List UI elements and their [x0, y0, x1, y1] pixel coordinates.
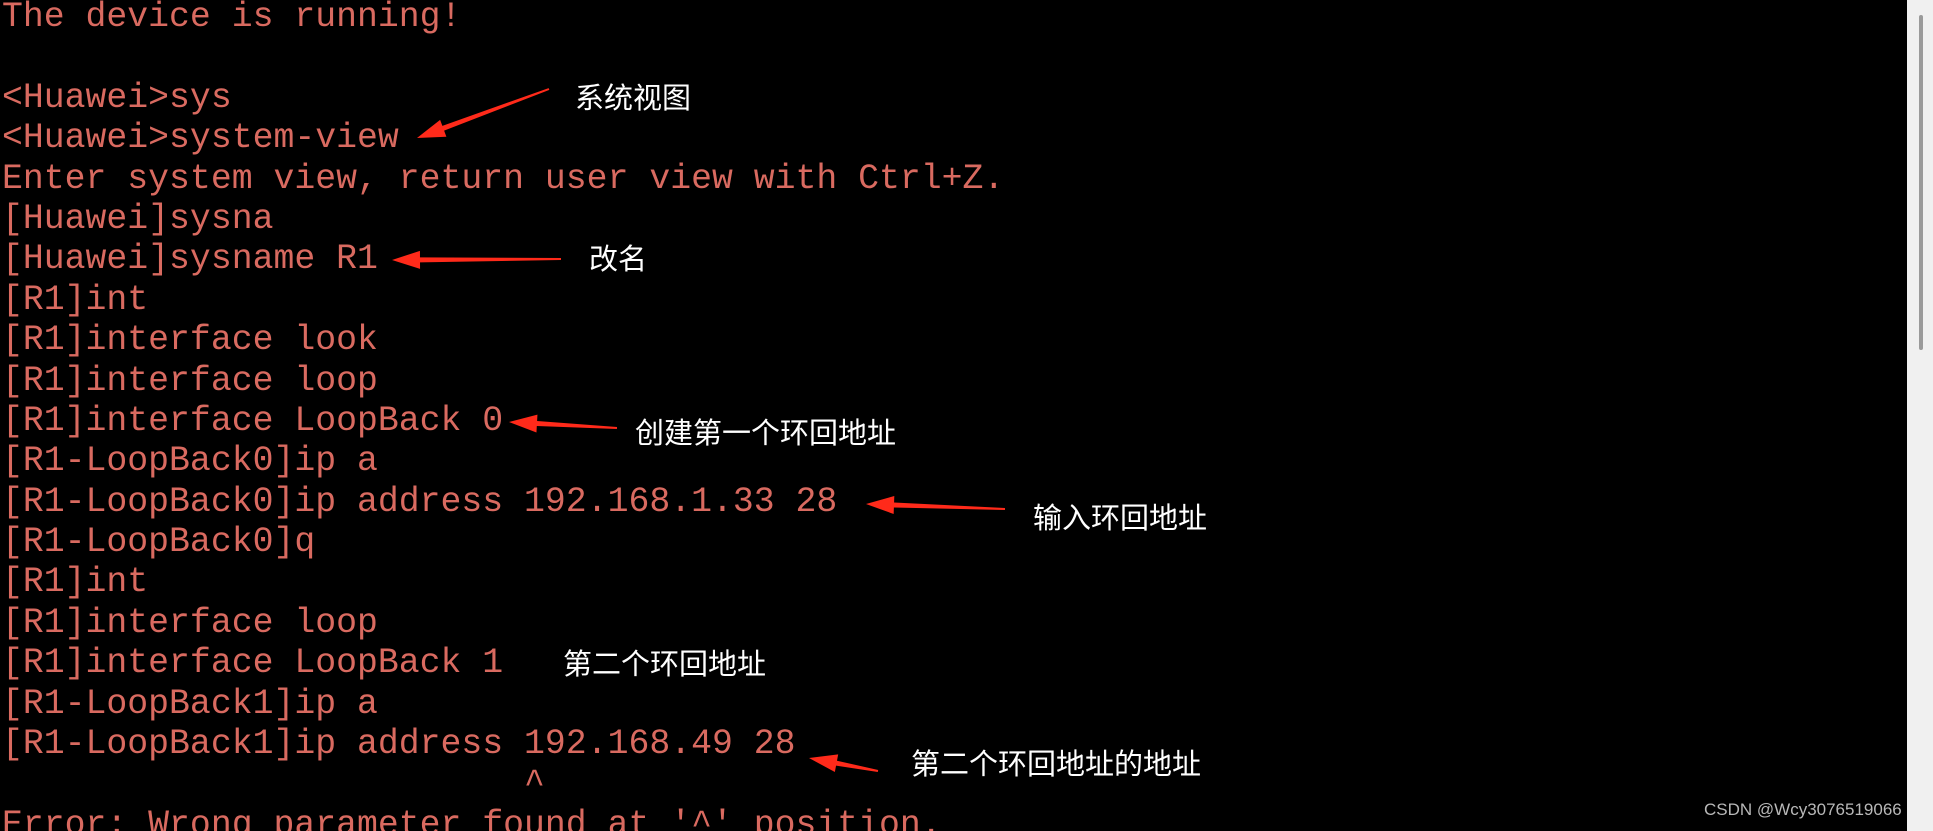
annotation-arrows	[392, 88, 1006, 773]
annotation-system-view: 系统视图	[575, 81, 692, 115]
arrow-icon	[809, 754, 879, 773]
terminal-window[interactable]: The device is running! <Huawei>sys <Huawei…	[0, 0, 1907, 831]
vertical-scrollbar[interactable]	[1907, 0, 1933, 831]
watermark: CSDN @Wcy3076519066	[1704, 800, 1902, 819]
scrollbar-thumb[interactable]	[1919, 15, 1923, 350]
annotation-enter-loopback-address: 输入环回地址	[1033, 501, 1208, 535]
arrow-icon	[392, 250, 562, 269]
annotation-rename: 改名	[589, 242, 648, 276]
arrow-icon	[509, 414, 618, 433]
arrow-icon	[866, 496, 1006, 515]
annotation-second-loopback-address: 第二个环回地址的地址	[911, 747, 1202, 781]
annotation-create-first-loopback: 创建第一个环回地址	[635, 416, 897, 450]
arrow-icon	[417, 88, 550, 138]
annotation-second-loopback: 第二个环回地址	[563, 647, 767, 681]
